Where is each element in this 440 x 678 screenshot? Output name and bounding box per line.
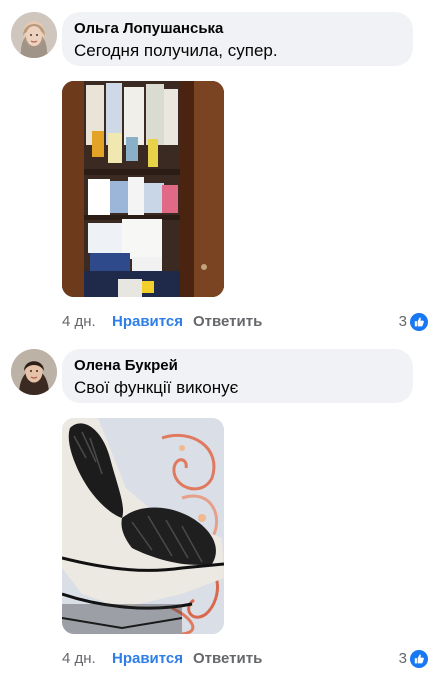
comment-bubble: Олена Букрей Свої функції виконує	[62, 349, 413, 403]
comment-author[interactable]: Ольга Лопушанська	[74, 19, 401, 38]
comment-text: Сегодня получила, супер.	[74, 41, 278, 60]
thumbs-up-icon	[410, 313, 428, 331]
comment-bubble: Ольга Лопушанська Сегодня получила, супе…	[62, 12, 413, 66]
reply-button[interactable]: Ответить	[193, 648, 262, 670]
avatar[interactable]	[11, 349, 57, 395]
avatar[interactable]	[11, 12, 57, 58]
comment-photo[interactable]	[62, 81, 224, 297]
comment-photo[interactable]	[62, 418, 224, 634]
like-button[interactable]: Нравится	[112, 311, 183, 333]
reaction-count: 3	[398, 650, 407, 667]
comment-timestamp[interactable]: 4 дн.	[62, 648, 96, 670]
comment-actions: 4 дн. Нравится Ответить 3	[62, 648, 432, 670]
comment-actions: 4 дн. Нравится Ответить 3	[62, 311, 432, 333]
comment-text: Свої функції виконує	[74, 378, 239, 397]
reaction-summary[interactable]: 3	[399, 648, 428, 670]
comment-timestamp[interactable]: 4 дн.	[62, 311, 96, 333]
reaction-count: 3	[398, 313, 407, 330]
like-button[interactable]: Нравится	[112, 648, 183, 670]
reply-button[interactable]: Ответить	[193, 311, 262, 333]
thumbs-up-icon	[410, 650, 428, 668]
reaction-summary[interactable]: 3	[399, 311, 428, 333]
comment-author[interactable]: Олена Букрей	[74, 356, 401, 375]
